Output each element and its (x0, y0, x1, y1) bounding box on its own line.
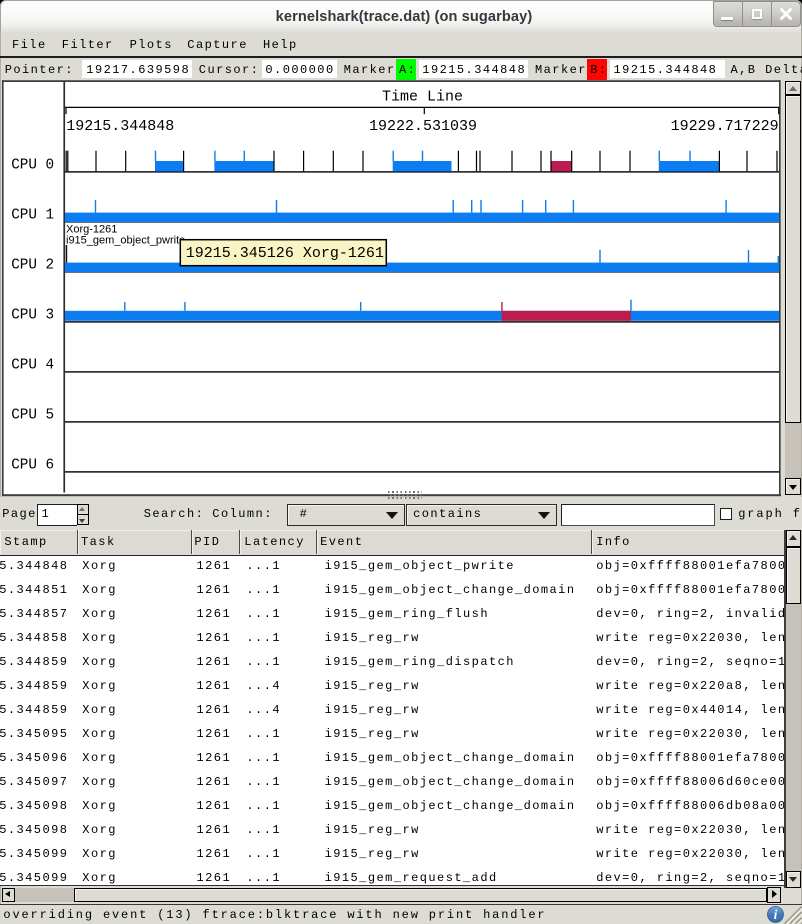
svg-text:19222.531039: 19222.531039 (369, 118, 477, 135)
svg-text:CPU 4: CPU 4 (11, 357, 54, 373)
svg-text:Time Line: Time Line (382, 88, 463, 105)
svg-text:19229.717229: 19229.717229 (671, 118, 779, 135)
svg-text:CPU 0: CPU 0 (11, 157, 54, 173)
svg-text:CPU 5: CPU 5 (11, 407, 54, 423)
svg-text:CPU 6: CPU 6 (11, 457, 54, 473)
svg-text:Xorg-1261: Xorg-1261 (66, 223, 117, 235)
svg-text:i915_gem_object_pwrite: i915_gem_object_pwrite (66, 235, 185, 247)
svg-text:19215.344848: 19215.344848 (66, 118, 174, 135)
svg-text:i: i (773, 907, 777, 922)
svg-text:19215.345126 Xorg-1261: 19215.345126 Xorg-1261 (186, 245, 384, 262)
svg-text:CPU 3: CPU 3 (11, 307, 54, 323)
svg-text:CPU 2: CPU 2 (11, 257, 54, 273)
svg-text:CPU 1: CPU 1 (11, 207, 54, 223)
